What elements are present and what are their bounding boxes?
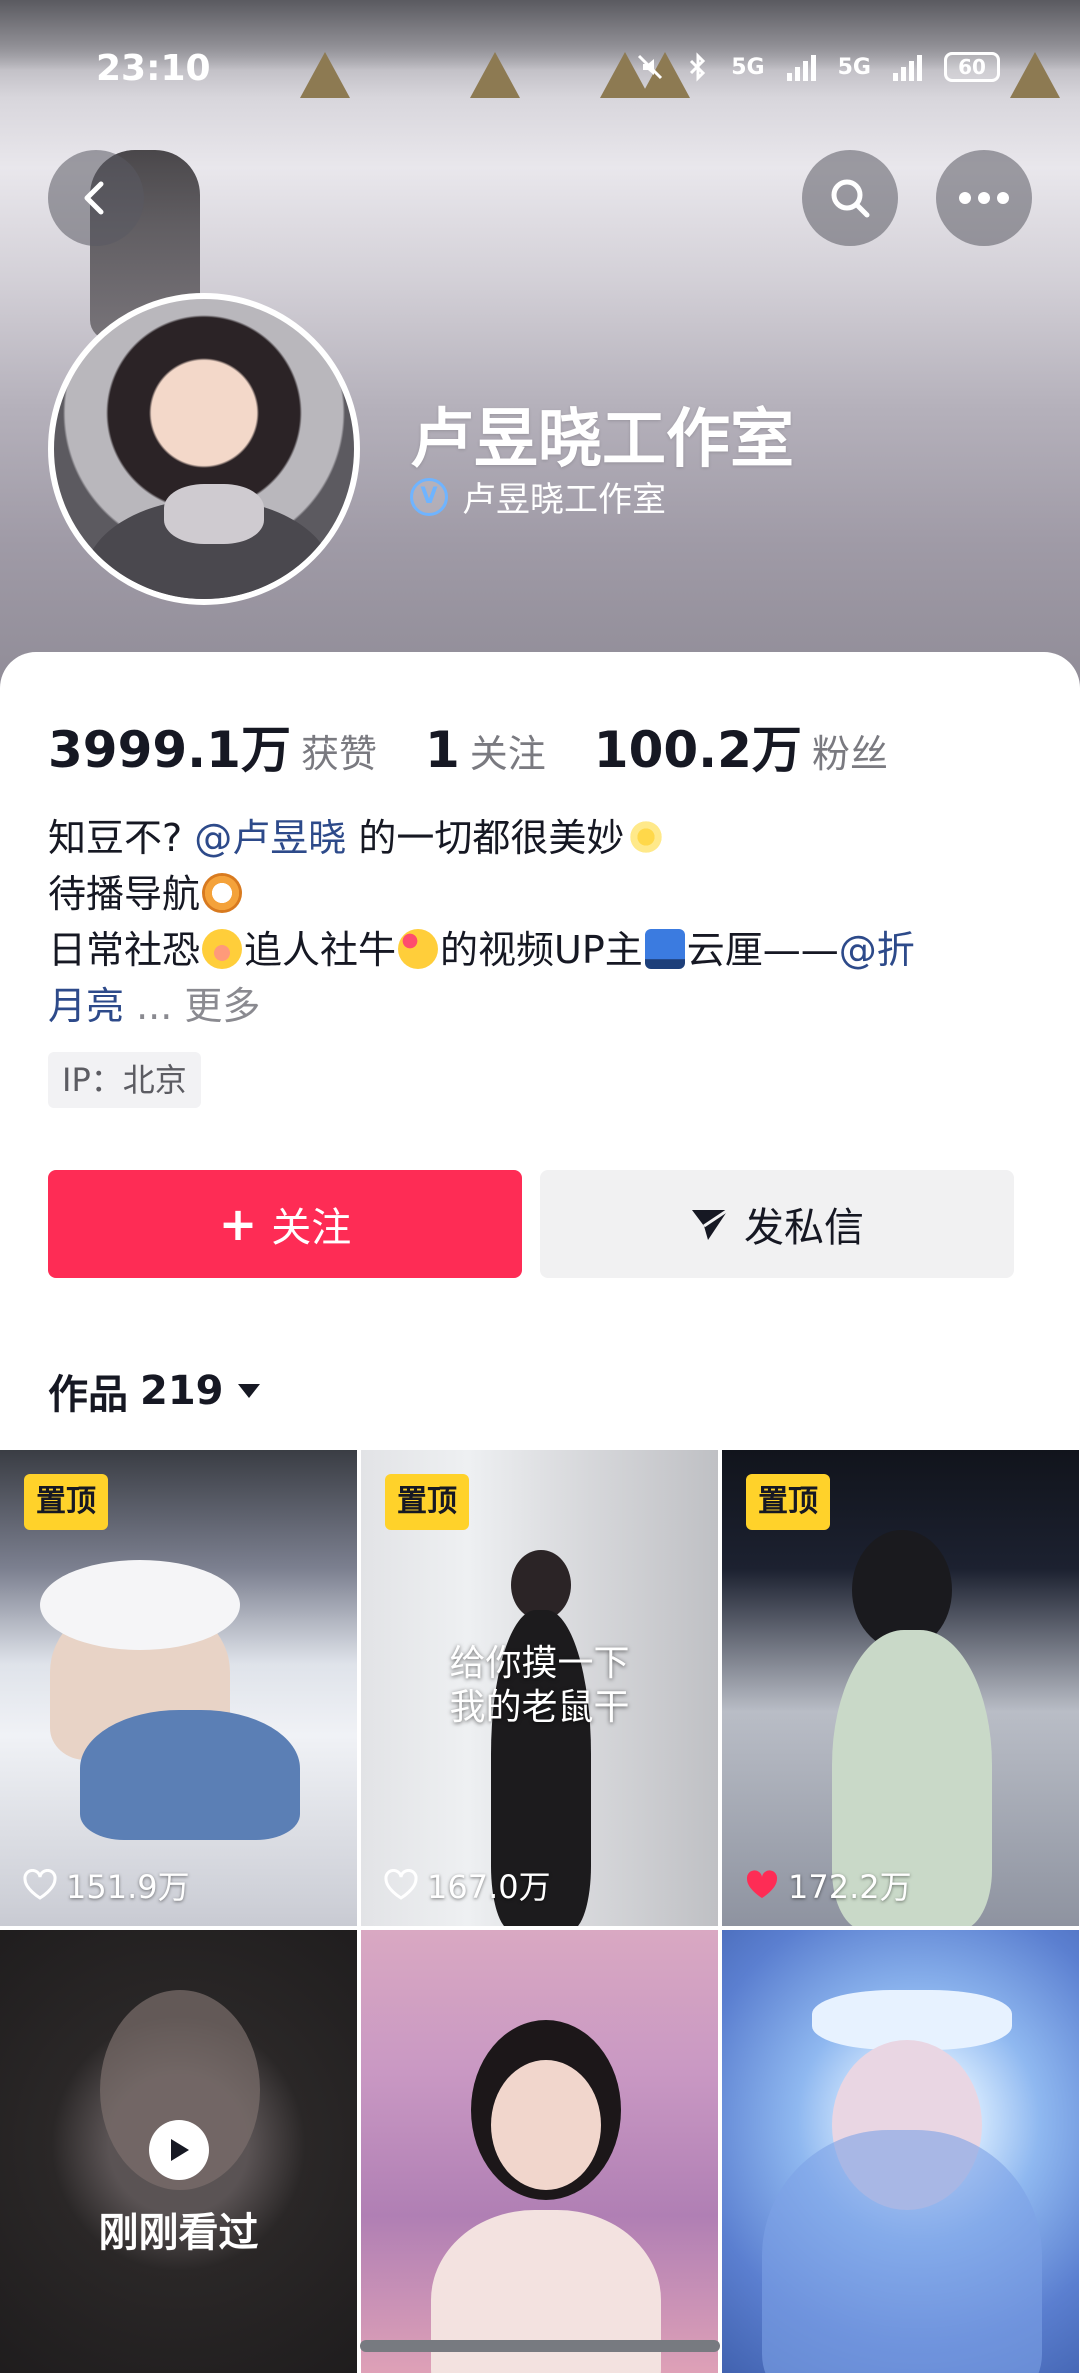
works-label: 作品	[48, 1372, 128, 1418]
like-count: 172.2万	[744, 1862, 912, 1908]
ip-location-tag: IP：北京	[48, 1052, 201, 1108]
home-indicator[interactable]	[360, 2340, 720, 2352]
like-count: 167.0万	[383, 1862, 551, 1908]
video-tile[interactable]: 置顶 给你摸一下 我的老鼠干 167.0万	[361, 1450, 718, 1926]
heart-outline-icon	[384, 1869, 418, 1900]
following-label[interactable]: 关注	[470, 723, 546, 778]
plus-icon: +	[218, 1197, 258, 1251]
play-icon	[149, 2120, 209, 2180]
heart-filled-icon	[746, 1870, 778, 1898]
follow-button[interactable]: + 关注	[48, 1170, 522, 1278]
bio-line: 知豆不? @卢昱晓 的一切都很美妙	[48, 810, 1038, 866]
flushed-face-emoji-icon	[202, 929, 243, 969]
followers-label[interactable]: 粉丝	[812, 723, 888, 778]
network-label: 5G	[837, 54, 871, 80]
video-tile[interactable]: 刚刚看过	[0, 1930, 357, 2373]
message-button-label: 发私信	[744, 1205, 864, 1251]
back-button[interactable]	[48, 150, 144, 246]
smiling-hearts-emoji-icon	[398, 929, 439, 969]
video-tile[interactable]: 置顶 172.2万	[722, 1450, 1079, 1926]
more-button[interactable]	[936, 150, 1032, 246]
followers-count[interactable]: 100.2万	[594, 710, 802, 782]
video-tile[interactable]: 置顶 151.9万	[0, 1450, 357, 1926]
tv-emoji-icon	[644, 929, 685, 969]
follow-button-label: 关注	[271, 1205, 352, 1251]
video-caption: 给你摸一下	[449, 1643, 630, 1684]
send-icon	[692, 1208, 729, 1240]
pinned-badge: 置顶	[746, 1474, 830, 1530]
status-icons: 5G 5G 60	[635, 52, 1000, 82]
avatar[interactable]	[48, 293, 360, 605]
message-button[interactable]: 发私信	[540, 1170, 1014, 1278]
video-tile[interactable]	[722, 1930, 1079, 2373]
more-horizontal-icon	[959, 192, 1009, 204]
profile-card: 3999.1万 获赞 1 关注 100.2万 粉丝 知豆不? @卢昱晓 的一切都…	[0, 652, 1080, 2373]
following-count[interactable]: 1	[425, 721, 460, 779]
bio-line: 日常社恐 追人社牛 的视频UP主 云厘——@折	[48, 928, 915, 972]
chevron-left-icon	[84, 181, 104, 215]
mute-icon	[638, 54, 663, 80]
signal-icon	[786, 53, 816, 81]
works-tab[interactable]: 作品 219	[48, 1362, 262, 1420]
signal-icon	[893, 53, 922, 81]
sparkles-emoji-icon	[626, 817, 667, 857]
recently-watched-label: 刚刚看过	[98, 2210, 259, 2256]
verified-text: 卢昱晓工作室	[462, 480, 666, 520]
mention-link[interactable]: @折	[839, 928, 915, 972]
verified-badge-icon: V	[410, 477, 448, 516]
network-label: 5G	[731, 54, 765, 80]
search-icon	[831, 179, 870, 218]
stats-row: 3999.1万 获赞 1 关注 100.2万 粉丝	[48, 710, 936, 782]
bio-more-link[interactable]: 更多	[184, 984, 260, 1028]
video-tile[interactable]	[361, 1930, 718, 2373]
status-time: 23:10	[96, 48, 211, 89]
bio-line: 待播导航	[48, 866, 1038, 922]
mention-link[interactable]: 月亮	[48, 984, 124, 1028]
video-caption: 我的老鼠干	[449, 1687, 630, 1728]
likes-label: 获赞	[300, 732, 377, 776]
heart-outline-icon	[23, 1869, 57, 1900]
like-count: 151.9万	[22, 1862, 190, 1908]
search-button[interactable]	[802, 150, 898, 246]
pinned-badge: 置顶	[385, 1474, 469, 1530]
likes-count: 3999.1万	[48, 721, 291, 779]
bio-line: 月亮 ... 更多	[48, 984, 261, 1028]
status-bar: 23:10 5G 5G 60	[0, 48, 1080, 98]
verified-row: V 卢昱晓工作室	[410, 472, 666, 521]
bluetooth-icon	[690, 52, 706, 82]
works-count: 219	[140, 1368, 224, 1414]
profile-name: 卢昱晓工作室	[410, 403, 794, 477]
battery-icon: 60	[944, 52, 1000, 82]
pinned-badge: 置顶	[24, 1474, 108, 1530]
compass-emoji-icon	[202, 873, 243, 913]
mention-link[interactable]: @卢昱晓	[194, 816, 346, 860]
caret-down-icon	[237, 1384, 260, 1398]
bio: 知豆不? @卢昱晓 的一切都很美妙 待播导航 日常社恐 追人社牛 的视频UP主 云厘—…	[48, 810, 1038, 1034]
